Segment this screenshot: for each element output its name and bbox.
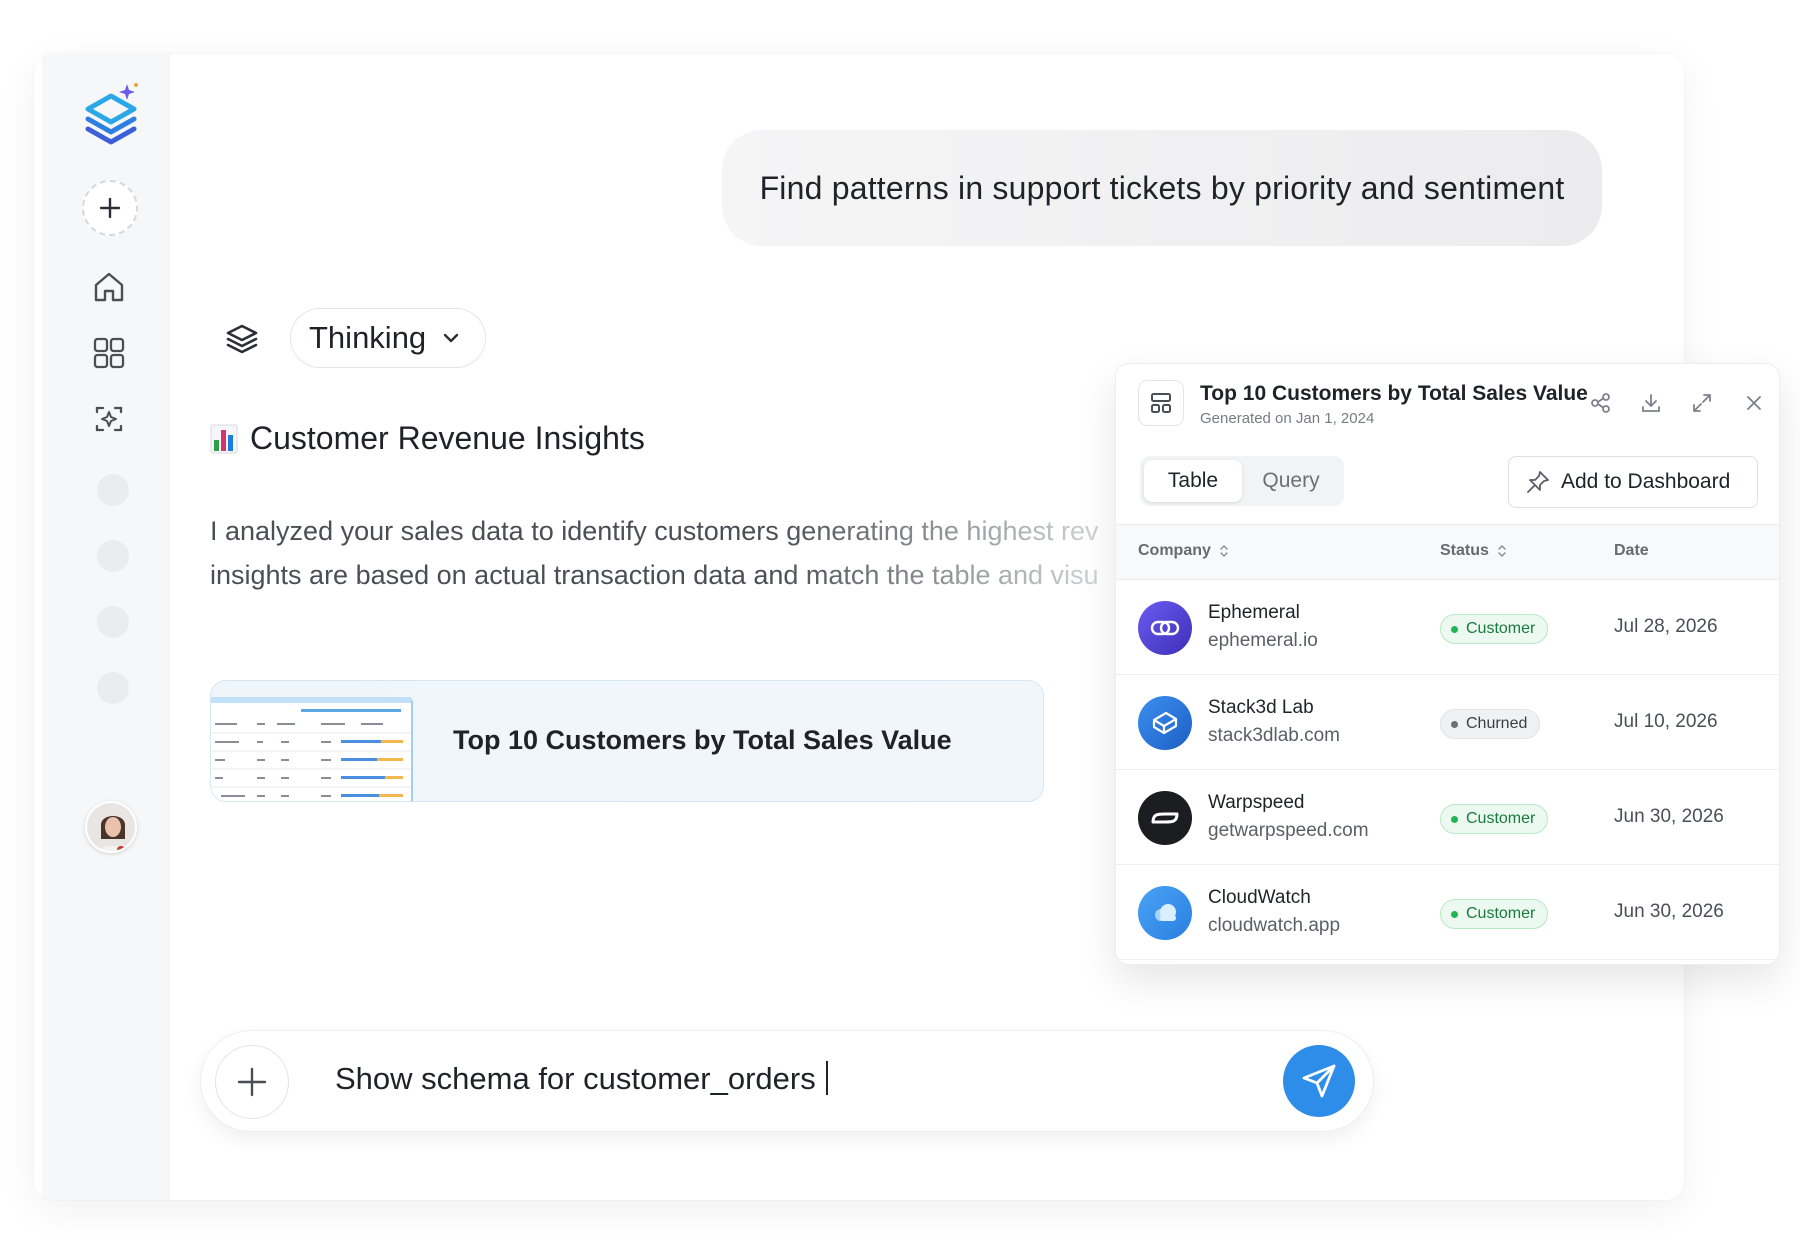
- row-date: Jul 28, 2026: [1614, 616, 1718, 637]
- table-thumbnail: [211, 697, 413, 801]
- column-company-label: Company: [1138, 542, 1211, 559]
- result-card-title: Top 10 Customers by Total Sales Value: [453, 725, 952, 755]
- placeholder-dot: [97, 672, 129, 704]
- column-status-label: Status: [1440, 542, 1489, 559]
- insights-line-2: insights are based on actual transaction…: [210, 560, 1099, 590]
- table-row[interactable]: Warpspeed getwarpspeed.com Customer Jun …: [1116, 770, 1779, 865]
- table-header: Company Status Date: [1116, 524, 1779, 580]
- column-date-label: Date: [1614, 542, 1649, 559]
- message-input-text: Show schema for customer_orders: [335, 1061, 816, 1096]
- close-icon[interactable]: [1739, 388, 1769, 418]
- attach-button[interactable]: [215, 1045, 289, 1119]
- insights-line-1: I analyzed your sales data to identify c…: [210, 516, 1099, 546]
- column-status[interactable]: Status: [1440, 542, 1507, 560]
- table-row[interactable]: CloudWatch cloudwatch.app Customer Jun 3…: [1116, 865, 1779, 960]
- company-domain: cloudwatch.app: [1208, 915, 1341, 936]
- ephemeral-logo-icon: [1138, 601, 1192, 655]
- plus-icon: [237, 1067, 267, 1097]
- user-avatar[interactable]: [85, 801, 137, 853]
- placeholder-dot: [97, 606, 129, 638]
- status-label: Customer: [1466, 810, 1536, 827]
- insights-heading: Customer Revenue Insights: [210, 420, 645, 457]
- download-icon[interactable]: [1636, 388, 1666, 418]
- company-domain: stack3dlab.com: [1208, 725, 1341, 746]
- expand-icon[interactable]: [1687, 388, 1717, 418]
- status-badge: Customer: [1440, 804, 1549, 834]
- status-label: Customer: [1466, 905, 1536, 922]
- panel-title: Top 10 Customers by Total Sales Value: [1200, 382, 1588, 405]
- results-panel: Top 10 Customers by Total Sales Value Ge…: [1115, 363, 1780, 965]
- share-icon[interactable]: [1586, 388, 1616, 418]
- placeholder-dot: [97, 474, 129, 506]
- grid-icon[interactable]: [88, 332, 130, 374]
- sort-icon: [1220, 545, 1228, 557]
- add-to-dashboard-button[interactable]: Add to Dashboard: [1508, 456, 1758, 508]
- status-label: Customer: [1466, 620, 1536, 637]
- company-name: Warpspeed: [1208, 792, 1305, 813]
- assistant-logo-icon: [222, 318, 262, 358]
- sidebar: [42, 54, 170, 1200]
- thinking-toggle[interactable]: Thinking: [290, 308, 486, 368]
- sort-icon: [1498, 545, 1506, 557]
- text-caret: [825, 1061, 828, 1095]
- stack3d-logo-icon: [1138, 696, 1192, 750]
- table-row[interactable]: Ephemeral ephemeral.io Customer Jul 28, …: [1116, 580, 1779, 675]
- plus-icon: [99, 197, 121, 219]
- thinking-label: Thinking: [309, 320, 427, 355]
- panel-subtitle: Generated on Jan 1, 2024: [1200, 410, 1375, 427]
- table-row[interactable]: Stack3d Lab stack3dlab.com Churned Jul 1…: [1116, 675, 1779, 770]
- status-badge: Customer: [1440, 899, 1549, 929]
- view-tabs: Table Query: [1140, 456, 1344, 506]
- status-badge: Customer: [1440, 614, 1549, 644]
- row-date: Jul 10, 2026: [1614, 711, 1718, 732]
- status-label: Churned: [1466, 715, 1528, 732]
- company-domain: ephemeral.io: [1208, 630, 1318, 651]
- column-company[interactable]: Company: [1138, 542, 1229, 560]
- app-logo-icon[interactable]: [80, 82, 142, 152]
- tab-query[interactable]: Query: [1242, 460, 1340, 502]
- insights-title: Customer Revenue Insights: [250, 420, 645, 456]
- insights-paragraph: I analyzed your sales data to identify c…: [210, 509, 1146, 605]
- company-domain: getwarpspeed.com: [1208, 820, 1369, 841]
- row-date: Jun 30, 2026: [1614, 901, 1724, 922]
- company-name: Stack3d Lab: [1208, 697, 1314, 718]
- company-name: CloudWatch: [1208, 887, 1311, 908]
- ai-image-icon[interactable]: [88, 398, 130, 440]
- chevron-down-icon: [443, 333, 459, 343]
- result-card[interactable]: Top 10 Customers by Total Sales Value: [210, 680, 1044, 802]
- message-composer: Show schema for customer_orders: [200, 1030, 1374, 1132]
- add-to-dashboard-label: Add to Dashboard: [1561, 470, 1731, 493]
- new-chat-button[interactable]: [82, 180, 138, 236]
- placeholder-dot: [97, 540, 129, 572]
- pin-icon: [1527, 471, 1549, 493]
- send-button[interactable]: [1283, 1045, 1355, 1117]
- user-message-bubble: Find patterns in support tickets by prio…: [722, 130, 1602, 246]
- send-icon: [1302, 1064, 1336, 1098]
- message-input[interactable]: Show schema for customer_orders: [335, 1061, 828, 1097]
- cloudwatch-logo-icon: [1138, 886, 1192, 940]
- warpspeed-logo-icon: [1138, 791, 1192, 845]
- row-date: Jun 30, 2026: [1614, 806, 1724, 827]
- bar-chart-icon: [210, 424, 238, 453]
- status-badge: Churned: [1440, 709, 1541, 739]
- layout-icon: [1138, 380, 1184, 426]
- column-date[interactable]: Date: [1614, 542, 1649, 560]
- company-name: Ephemeral: [1208, 602, 1300, 623]
- tab-table[interactable]: Table: [1144, 460, 1242, 502]
- home-icon[interactable]: [88, 266, 130, 308]
